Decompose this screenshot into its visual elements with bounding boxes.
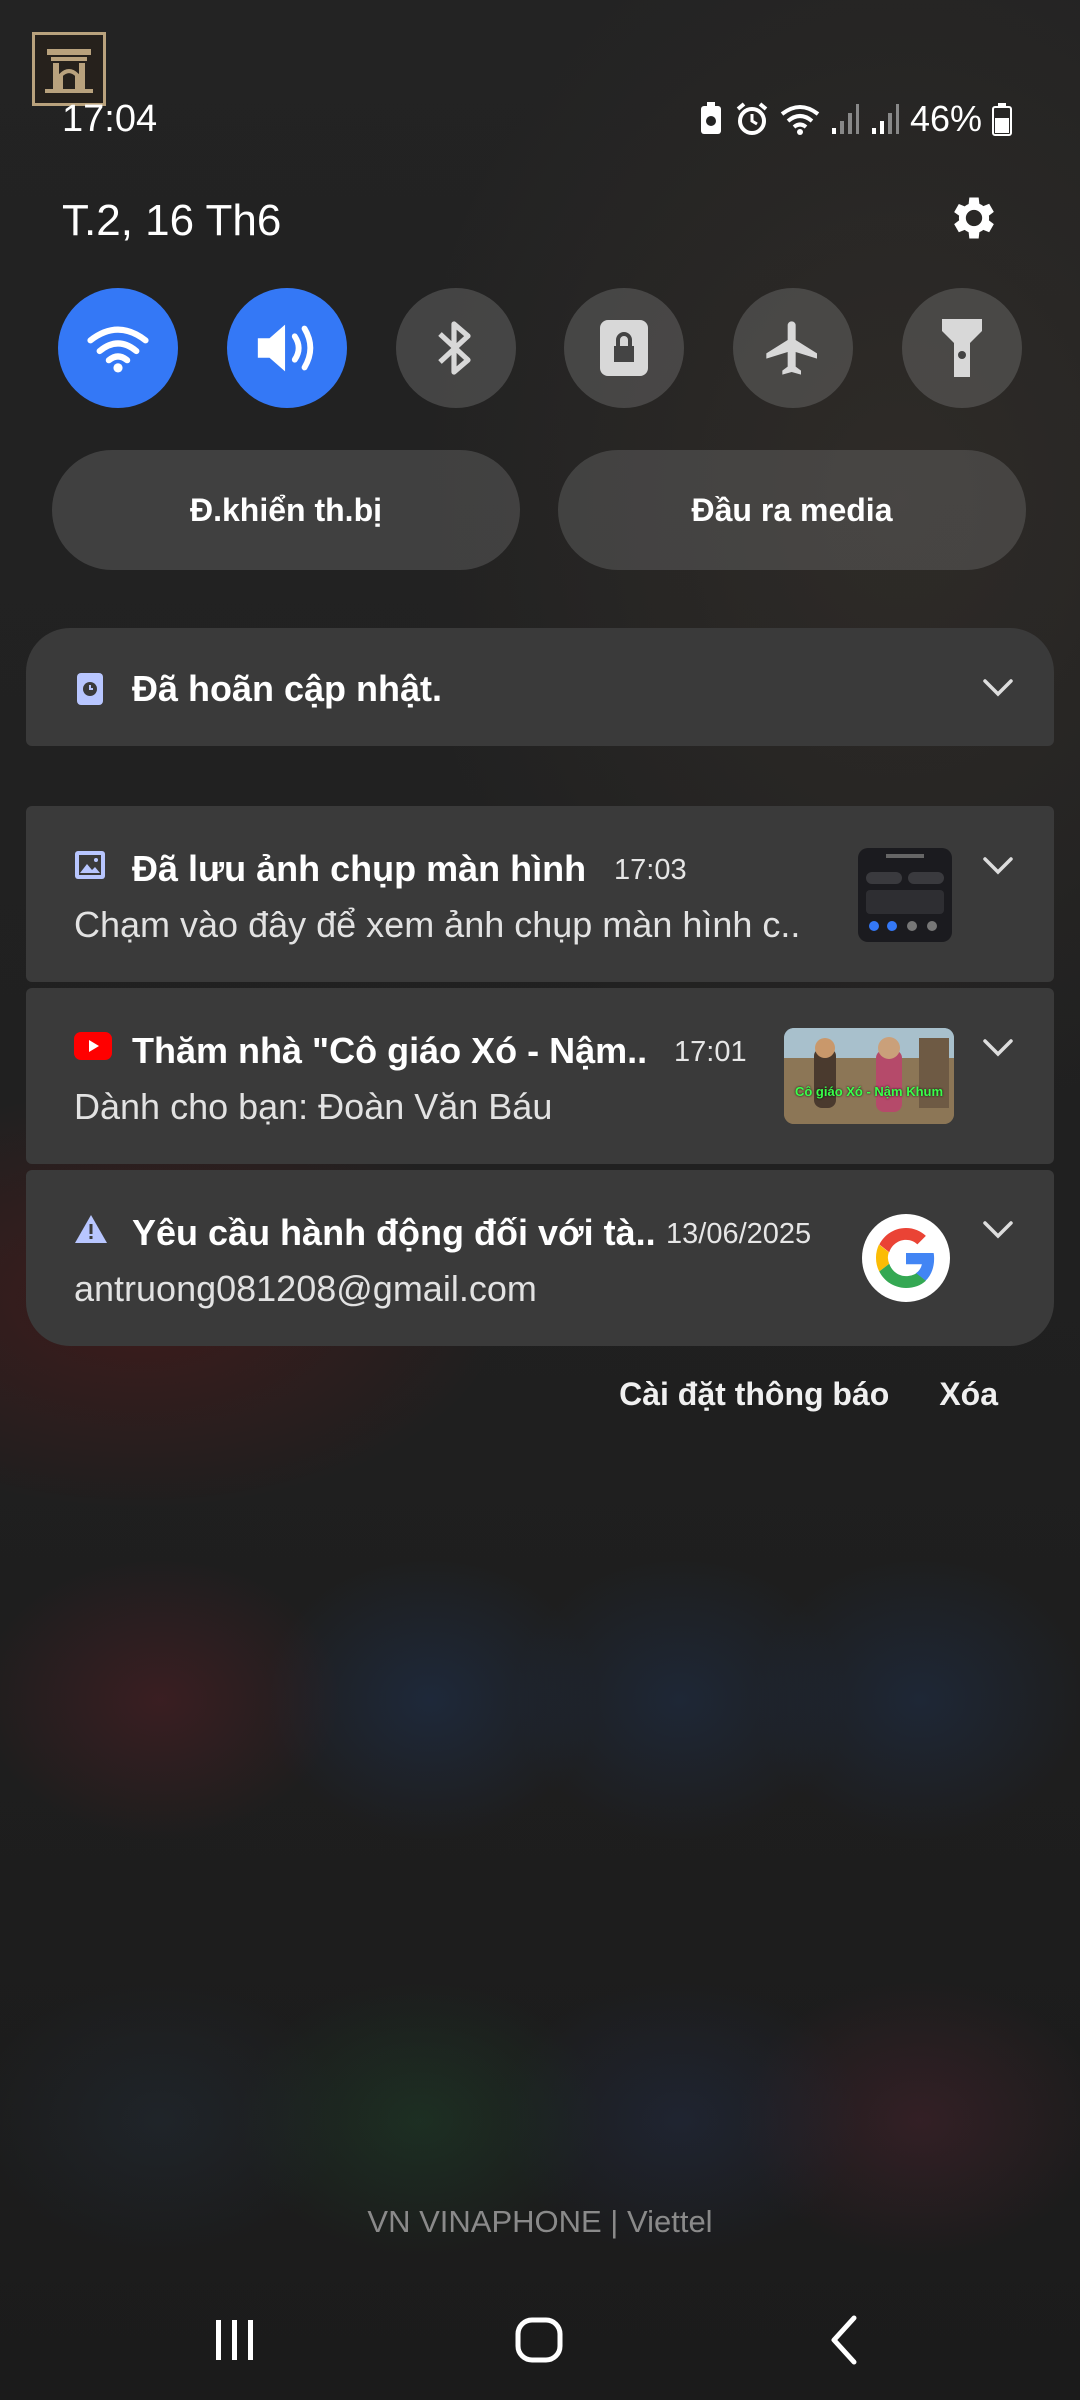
notification-time: 17:03 (614, 854, 687, 886)
clear-notifications-button[interactable]: Xóa (939, 1376, 998, 1413)
wifi-toggle[interactable] (58, 288, 178, 408)
chevron-down-icon (983, 1039, 1013, 1057)
google-logo-icon (862, 1214, 950, 1302)
notification-title: Yêu cầu hành động đối với tà.. (132, 1212, 656, 1253)
wifi-icon (780, 105, 820, 135)
battery-percent: 46% (909, 98, 982, 139)
speaker-icon (257, 324, 314, 372)
battery-saver-icon (700, 102, 721, 134)
lock-rotation-icon (600, 320, 649, 376)
notification-title: Thăm nhà "Cô giáo Xó - Nậm.. (132, 1030, 648, 1071)
wifi-icon (87, 326, 149, 373)
airplane-mode-toggle[interactable] (733, 288, 854, 408)
notification-body: Chạm vào đây để xem ảnh chụp màn hình c.… (74, 904, 801, 945)
carrier-label: VN VINAPHONE | Viettel (367, 2204, 713, 2239)
chevron-down-icon (983, 679, 1013, 697)
settings-gear-icon[interactable] (946, 190, 1002, 246)
signal-sim1-icon (831, 104, 859, 134)
bluetooth-toggle[interactable] (395, 288, 516, 408)
notification-body: antruong081208@gmail.com (74, 1268, 537, 1309)
screenshot-thumbnail (858, 848, 952, 942)
notification-screenshot[interactable]: Đã lưu ảnh chụp màn hình 17:03 Chạm vào … (26, 806, 1054, 982)
home-icon[interactable] (510, 2310, 570, 2370)
notification-title: Đã hoãn cập nhật. (132, 668, 443, 709)
quick-settings-row (58, 288, 1022, 408)
warning-icon (74, 1214, 108, 1249)
thumbnail-caption: Cô giáo Xó - Nậm Khum (794, 1084, 944, 1099)
update-clock-icon (76, 672, 104, 711)
alarm-icon (736, 102, 768, 135)
media-output-button[interactable]: Đầu ra media (558, 450, 1026, 570)
notification-settings-button[interactable]: Cài đặt thông báo (619, 1376, 889, 1413)
sound-toggle[interactable] (226, 288, 347, 408)
date-label: T.2, 16 Th6 (62, 196, 282, 245)
video-thumbnail: Cô giáo Xó - Nậm Khum (784, 1028, 954, 1124)
signal-sim2-icon (871, 104, 899, 134)
notification-title: Đã lưu ảnh chụp màn hình (132, 848, 587, 889)
device-control-button[interactable]: Đ.khiển th.bị (52, 450, 520, 570)
app-logo-icon (32, 32, 106, 106)
chevron-down-icon (983, 857, 1013, 875)
back-icon[interactable] (820, 2310, 870, 2370)
airplane-icon (766, 321, 818, 375)
notification-time: 17:01 (674, 1036, 747, 1068)
status-icons: 46% (698, 98, 1012, 140)
chevron-down-icon (983, 1221, 1013, 1239)
image-icon (74, 850, 106, 885)
bluetooth-icon (437, 321, 471, 375)
flashlight-icon (941, 319, 982, 377)
battery-icon (992, 103, 1012, 136)
navigation-bar (0, 2300, 1080, 2380)
recent-apps-icon[interactable] (210, 2310, 260, 2370)
notification-body: Dành cho bạn: Đoàn Văn Báu (74, 1086, 553, 1127)
flashlight-toggle[interactable] (901, 288, 1022, 408)
screen-lock-toggle[interactable] (564, 288, 685, 408)
youtube-icon (74, 1032, 112, 1065)
notification-actions: Cài đặt thông báo Xóa (619, 1376, 998, 1413)
notification-update[interactable]: Đã hoãn cập nhật. (26, 628, 1054, 746)
status-time: 17:04 (62, 98, 158, 140)
notification-time: 13/06/2025 (666, 1218, 812, 1250)
notification-youtube[interactable]: Thăm nhà "Cô giáo Xó - Nậm.. 17:01 Dành … (26, 988, 1054, 1164)
notification-google[interactable]: Yêu cầu hành động đối với tà.. 13/06/202… (26, 1170, 1054, 1346)
